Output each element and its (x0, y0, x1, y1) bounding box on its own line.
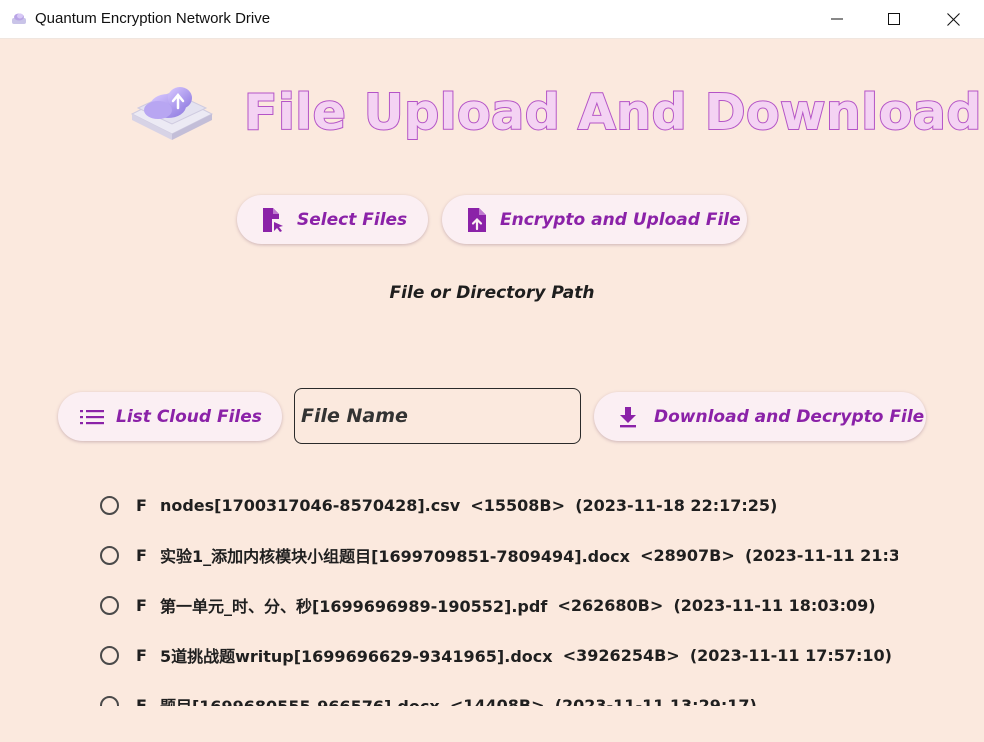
file-date: (2023-11-11 18:03:09) (673, 595, 876, 615)
radio-button[interactable] (100, 545, 119, 565)
select-files-label: Select Files (297, 209, 408, 230)
window-title: Quantum Encryption Network Drive (35, 10, 271, 27)
download-decrypt-label: Download and Decrypto File (654, 406, 925, 427)
file-size: <15508B> (470, 495, 566, 515)
file-date: (2023-11-11 17:57:10) (689, 645, 892, 665)
title-bar: Quantum Encryption Network Drive (0, 0, 984, 39)
file-type: F (136, 495, 147, 515)
download-icon (620, 406, 636, 427)
list-cloud-files-label: List Cloud Files (116, 406, 262, 427)
maximize-button[interactable] (871, 0, 917, 38)
list-item[interactable]: F 实验1_添加内核模块小组题目[1699709851-7809494].doc… (96, 530, 898, 580)
file-select-icon (263, 207, 283, 232)
file-name: 第一单元_时、分、秒[1699696989-190552].pdf (159, 597, 548, 616)
file-name-input[interactable] (294, 388, 581, 444)
file-upload-icon (468, 207, 486, 232)
file-type: F (136, 545, 147, 565)
encrypt-upload-label: Encrypto and Upload File (500, 209, 741, 230)
list-item[interactable]: F 题目[1699680555-966576].docx <14408B> (2… (96, 680, 898, 706)
file-date: (2023-11-18 22:17:25) (575, 495, 778, 515)
minimize-button[interactable] (814, 0, 860, 38)
file-name: 5道挑战题writup[1699696629-9341965].docx (159, 647, 553, 666)
file-date: (2023-11-11 13:29:17) (554, 695, 757, 707)
file-date: (2023-11-11 21:37:31) (744, 545, 898, 565)
path-label: File or Directory Path (389, 283, 595, 303)
file-name: nodes[1700317046-8570428].csv (159, 495, 461, 515)
page-title: File Upload And Download (243, 83, 982, 142)
file-name: 题目[1699680555-966576].docx (160, 693, 440, 706)
cloud-file-list: F nodes[1700317046-8570428].csv <15508B>… (96, 480, 898, 706)
file-size: <3926254B> (562, 645, 680, 665)
radio-button[interactable] (100, 645, 119, 665)
minimize-icon (831, 18, 843, 20)
file-size: <14408B> (449, 695, 545, 707)
list-cloud-files-button[interactable]: List Cloud Files (58, 392, 282, 441)
file-type: F (136, 595, 147, 615)
file-size: <262680B> (557, 595, 664, 615)
maximize-icon (888, 13, 900, 25)
list-icon (80, 409, 104, 424)
list-item[interactable]: F 第一单元_时、分、秒[1699696989-190552].pdf <262… (96, 580, 898, 630)
radio-button[interactable] (100, 695, 119, 706)
close-icon (946, 12, 960, 26)
list-item[interactable]: F 5道挑战题writup[1699696629-9341965].docx <… (96, 630, 898, 680)
app-window: Quantum Encryption Network Drive File Up… (0, 0, 984, 742)
list-item[interactable]: F nodes[1700317046-8570428].csv <15508B>… (96, 480, 898, 530)
app-icon (12, 13, 26, 24)
file-size: <28907B> (640, 545, 735, 565)
close-button[interactable] (930, 0, 976, 38)
radio-button[interactable] (100, 495, 119, 515)
radio-button[interactable] (100, 595, 119, 615)
file-name: 实验1_添加内核模块小组题目[1699709851-7809494].docx (159, 547, 630, 566)
select-files-button[interactable]: Select Files (237, 195, 428, 244)
file-type: F (136, 645, 147, 665)
file-type: F (136, 695, 147, 707)
cloud-upload-icon (130, 87, 214, 140)
encrypt-upload-button[interactable]: Encrypto and Upload File (442, 195, 747, 244)
download-decrypt-button[interactable]: Download and Decrypto File (594, 392, 926, 441)
